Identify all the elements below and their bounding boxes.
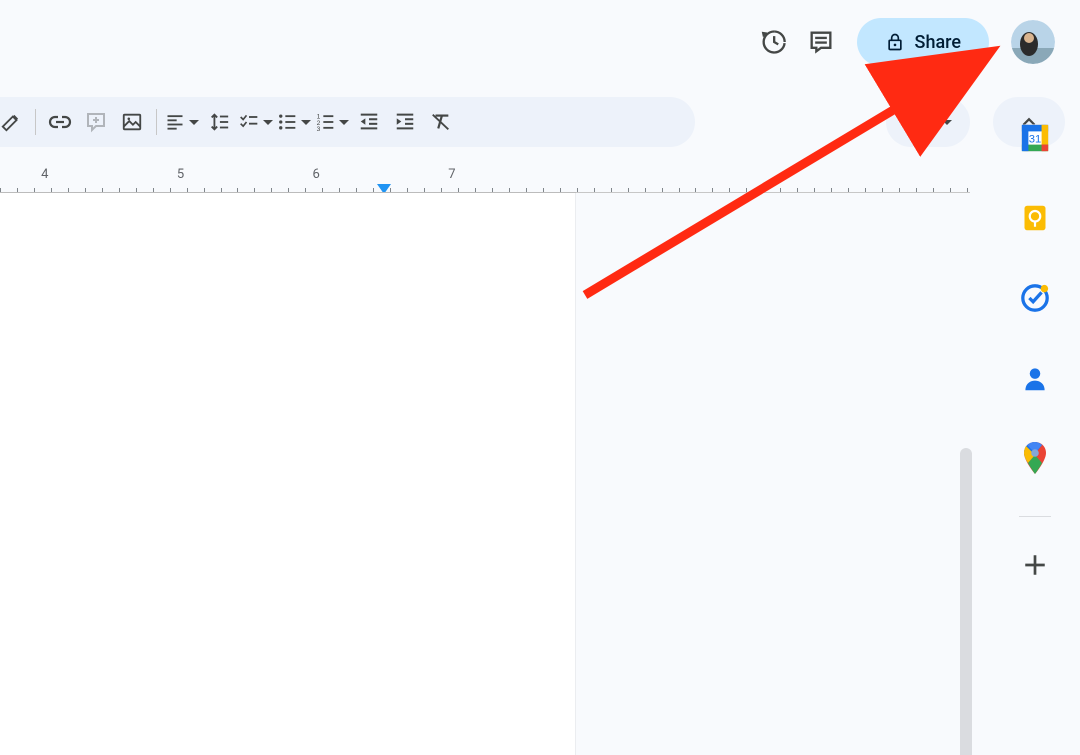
ruler-number: 7	[448, 167, 455, 182]
side-separator	[1019, 516, 1051, 517]
vertical-scrollbar[interactable]	[960, 448, 972, 755]
link-icon	[48, 110, 72, 134]
maps-icon	[1022, 442, 1048, 474]
calendar-app-button[interactable]: 31	[1019, 122, 1051, 154]
insert-image-button[interactable]	[114, 104, 150, 140]
app-header: Share	[0, 0, 1080, 80]
maps-app-button[interactable]	[1019, 442, 1051, 474]
version-history-button[interactable]	[749, 18, 797, 66]
open-comments-button[interactable]	[797, 18, 845, 66]
checklist-menu[interactable]	[237, 104, 275, 140]
contacts-icon	[1021, 364, 1049, 392]
clear-formatting-button[interactable]	[423, 104, 459, 140]
increase-indent-icon	[394, 111, 416, 133]
ruler-number: 5	[177, 167, 184, 182]
numbered-list-icon: 1 2 3	[315, 112, 335, 132]
contacts-app-button[interactable]	[1019, 362, 1051, 394]
ruler-number: 6	[313, 167, 320, 182]
keep-app-button[interactable]	[1019, 202, 1051, 234]
tasks-icon	[1020, 283, 1050, 313]
decrease-indent-button[interactable]	[351, 104, 387, 140]
tasks-app-button[interactable]	[1019, 282, 1051, 314]
line-spacing-menu[interactable]	[201, 104, 237, 140]
svg-text:3: 3	[317, 126, 321, 132]
horizontal-ruler[interactable]: 4 5 6 7	[0, 163, 970, 193]
image-icon	[121, 111, 143, 133]
increase-indent-button[interactable]	[387, 104, 423, 140]
bulleted-list-icon	[277, 112, 297, 132]
bulleted-list-menu[interactable]	[275, 104, 313, 140]
plus-icon	[1022, 552, 1048, 578]
clear-formatting-icon	[430, 111, 452, 133]
document-page[interactable]	[0, 193, 575, 755]
share-label: Share	[915, 32, 961, 53]
numbered-list-menu[interactable]: 1 2 3	[313, 104, 351, 140]
line-spacing-icon	[208, 111, 230, 133]
get-addons-button[interactable]	[1019, 549, 1051, 581]
keep-icon	[1021, 204, 1049, 232]
pencil-icon	[904, 112, 924, 132]
decrease-indent-icon	[358, 111, 380, 133]
ruler-number: 4	[41, 167, 48, 182]
side-panel: 31	[990, 100, 1080, 755]
comment-icon	[807, 28, 835, 56]
highlight-icon	[0, 111, 22, 133]
share-button[interactable]: Share	[857, 18, 989, 66]
text-align-menu[interactable]	[163, 104, 201, 140]
document-canvas[interactable]	[0, 193, 970, 755]
account-avatar[interactable]	[1011, 20, 1055, 64]
insert-link-button[interactable]	[42, 104, 78, 140]
checklist-icon	[239, 112, 259, 132]
add-comment-button[interactable]	[78, 104, 114, 140]
lock-icon	[885, 32, 905, 52]
highlight-color-button[interactable]	[0, 104, 29, 140]
svg-text:31: 31	[1029, 134, 1042, 146]
formatting-toolbar: 1 2 3	[0, 97, 1080, 147]
editing-mode-menu[interactable]	[886, 97, 970, 147]
avatar-icon	[1011, 20, 1055, 64]
history-icon	[759, 28, 787, 56]
align-left-icon	[165, 112, 185, 132]
add-comment-icon	[84, 110, 108, 134]
calendar-icon: 31	[1020, 123, 1050, 153]
